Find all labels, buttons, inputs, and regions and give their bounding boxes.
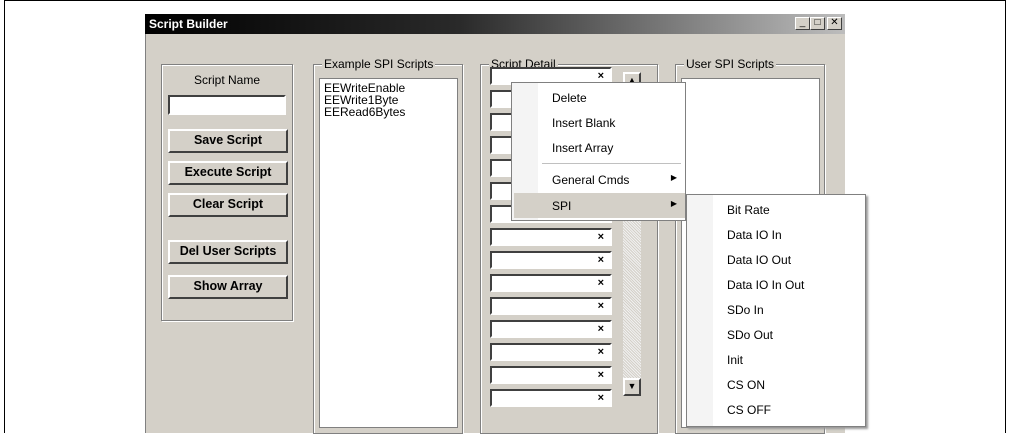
submenu-item-data-io-in[interactable]: Data IO In — [727, 228, 782, 242]
script-detail-row[interactable]: × — [490, 343, 612, 361]
submenu-item-sdo-in[interactable]: SDo In — [727, 303, 764, 317]
submenu-arrow-icon: ▶ — [670, 173, 677, 182]
example-scripts-list[interactable]: EEWriteEnable EEWrite1Byte EERead6Bytes — [319, 78, 458, 428]
page-border-right — [1005, 0, 1006, 433]
execute-script-button[interactable]: Execute Script — [168, 161, 288, 185]
show-array-button[interactable]: Show Array — [168, 275, 288, 299]
window-title: Script Builder — [149, 17, 228, 31]
submenu-arrow-icon: ▶ — [670, 199, 677, 208]
scroll-down-icon[interactable]: ▼ — [623, 378, 641, 396]
del-user-scripts-button[interactable]: Del User Scripts — [168, 240, 288, 264]
menu-item-spi[interactable]: SPI ▶ — [514, 193, 685, 218]
close-button[interactable]: ✕ — [827, 17, 842, 30]
submenu-item-cs-on[interactable]: CS ON — [727, 378, 765, 392]
submenu-item-data-io-out[interactable]: Data IO Out — [727, 253, 791, 267]
submenu-gutter — [687, 195, 713, 426]
row-delete-icon[interactable]: × — [598, 231, 604, 243]
row-delete-icon[interactable]: × — [598, 346, 604, 358]
menu-item-label: Insert Blank — [552, 116, 616, 130]
spi-submenu: Bit Rate Data IO In Data IO Out Data IO … — [686, 194, 866, 427]
example-scripts-group: Example SPI Scripts EEWriteEnable EEWrit… — [313, 57, 463, 434]
script-name-input[interactable] — [168, 95, 286, 115]
menu-item-label: General Cmds — [552, 173, 630, 187]
submenu-item-data-io-in-out[interactable]: Data IO In Out — [727, 278, 804, 292]
script-detail-row[interactable]: × — [490, 366, 612, 384]
row-delete-icon[interactable]: × — [598, 392, 604, 404]
controls-group: Script Name Save Script Execute Script C… — [161, 64, 293, 321]
page-border-top — [4, 0, 1006, 1]
menu-item-label: SPI — [552, 199, 572, 213]
maximize-button[interactable]: □ — [810, 17, 825, 30]
user-scripts-label: User SPI Scripts — [684, 57, 777, 71]
row-delete-icon[interactable]: × — [598, 369, 604, 381]
script-detail-row[interactable]: × — [490, 228, 612, 246]
menu-separator — [542, 163, 681, 164]
menu-item-insert-blank[interactable]: Insert Blank — [512, 110, 685, 135]
submenu-item-sdo-out[interactable]: SDo Out — [727, 328, 773, 342]
menu-item-insert-array[interactable]: Insert Array — [512, 135, 685, 160]
save-script-button[interactable]: Save Script — [168, 129, 288, 153]
clear-script-button[interactable]: Clear Script — [168, 193, 288, 217]
page-border-left — [4, 0, 5, 433]
row-delete-icon[interactable]: × — [598, 323, 604, 335]
minimize-button[interactable]: _ — [795, 17, 810, 30]
submenu-item-bit-rate[interactable]: Bit Rate — [727, 203, 770, 217]
menu-item-label: Insert Array — [552, 141, 614, 155]
script-detail-row[interactable]: × — [490, 320, 612, 338]
script-detail-row[interactable]: × — [490, 389, 612, 407]
script-name-label: Script Name — [193, 73, 261, 87]
row-delete-icon[interactable]: × — [598, 277, 604, 289]
script-detail-row[interactable]: × — [490, 274, 612, 292]
list-item[interactable]: EERead6Bytes — [320, 106, 457, 118]
submenu-item-init[interactable]: Init — [727, 353, 743, 367]
menu-item-general-cmds[interactable]: General Cmds ▶ — [512, 167, 685, 192]
submenu-item-cs-off[interactable]: CS OFF — [727, 403, 771, 417]
script-detail-row[interactable]: × — [490, 251, 612, 269]
example-scripts-label: Example SPI Scripts — [322, 57, 436, 71]
row-delete-icon[interactable]: × — [598, 70, 604, 82]
menu-item-delete[interactable]: Delete — [512, 85, 685, 110]
menu-item-label: Delete — [552, 91, 587, 105]
context-menu: Delete Insert Blank Insert Array General… — [511, 82, 686, 221]
title-bar: Script Builder _ □ ✕ — [145, 14, 845, 34]
row-delete-icon[interactable]: × — [598, 254, 604, 266]
row-delete-icon[interactable]: × — [598, 300, 604, 312]
script-detail-row[interactable]: × — [490, 297, 612, 315]
